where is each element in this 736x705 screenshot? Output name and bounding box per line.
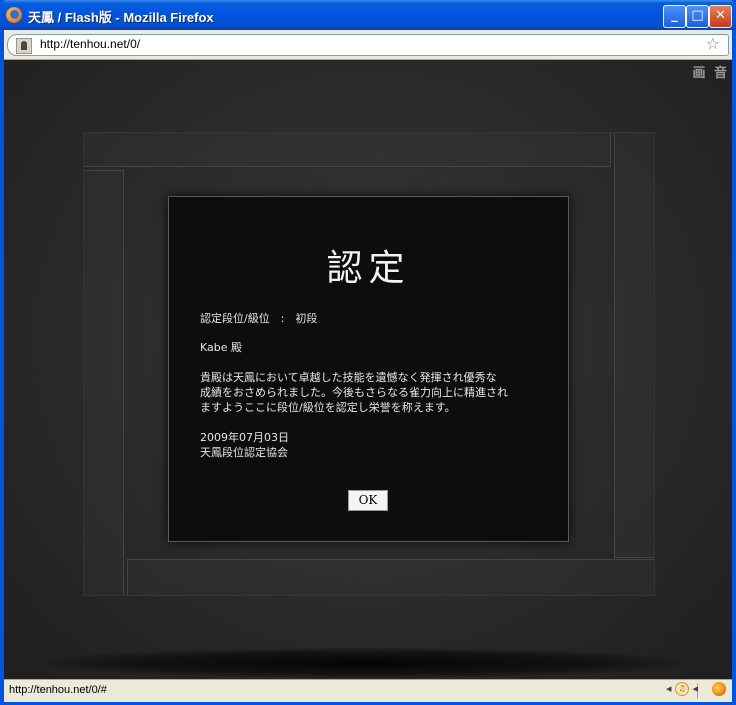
firefox-icon xyxy=(6,7,22,23)
address-bar[interactable]: http://tenhou.net/0/ ☆ xyxy=(7,34,729,56)
bookmark-star-icon[interactable]: ☆ xyxy=(706,35,720,53)
arrow-right-icon[interactable]: ◂ xyxy=(692,682,698,695)
minimize-button[interactable]: _ xyxy=(663,5,686,28)
table-shadow xyxy=(44,648,684,678)
issuer-line: 天鳳段位認定協会 xyxy=(200,446,288,459)
maximize-button[interactable]: □ xyxy=(686,5,709,28)
ok-button[interactable]: OK xyxy=(348,490,388,511)
page-content: 画 音 認定 認定段位/級位 : 初段 Kabe 殿 貴殿は天鳳において卓越した… xyxy=(4,60,732,679)
arrow-left-icon[interactable]: ◂ xyxy=(666,682,672,695)
navigation-toolbar: http://tenhou.net/0/ ☆ xyxy=(4,30,732,60)
address-text[interactable]: http://tenhou.net/0/ xyxy=(40,37,140,51)
firefox-status-icon[interactable] xyxy=(712,682,726,696)
window-title: 天鳳 / Flash版 - Mozilla Firefox xyxy=(28,10,214,25)
date-line: 2009年07月03日 xyxy=(200,431,289,444)
rank-line: 認定段位/級位 : 初段 xyxy=(200,312,318,325)
browser-window: 天鳳 / Flash版 - Mozilla Firefox _ □ ✕ http… xyxy=(0,0,736,705)
body-line-1: 貴殿は天鳳において卓越した技能を遺憾なく発揮され優秀な xyxy=(200,371,497,384)
dialog-title: 認定 xyxy=(326,248,411,289)
recipient-line: Kabe 殿 xyxy=(200,341,243,354)
status-bar: http://tenhou.net/0/# ◂ ♫ ◂ xyxy=(4,679,732,702)
status-text: http://tenhou.net/0/# xyxy=(9,684,107,696)
audio-icon[interactable]: ♫ xyxy=(674,682,689,696)
title-bar[interactable]: 天鳳 / Flash版 - Mozilla Firefox _ □ ✕ xyxy=(0,0,736,30)
graphics-sound-toggles[interactable]: 画 音 xyxy=(692,62,729,81)
body-line-2: 成績をおさめられました。今後もさらなる雀力向上に精進され xyxy=(200,386,508,399)
certification-dialog: 認定 認定段位/級位 : 初段 Kabe 殿 貴殿は天鳳において卓越した技能を遺… xyxy=(168,196,569,542)
close-button[interactable]: ✕ xyxy=(709,5,732,28)
body-line-3: ますようここに段位/級位を認定し栄誉を称えます。 xyxy=(200,401,456,414)
status-icons: ◂ ♫ ◂ xyxy=(666,682,726,696)
site-identity-icon[interactable] xyxy=(16,38,32,54)
